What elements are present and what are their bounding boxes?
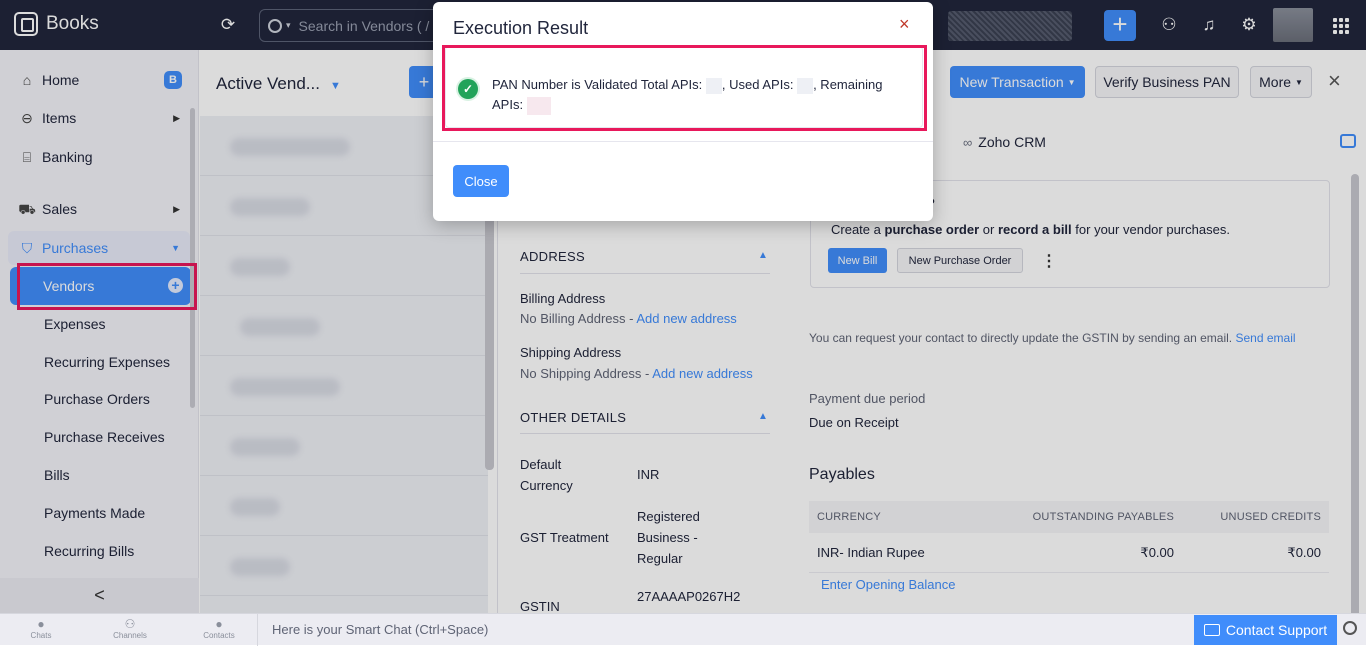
contact-support-label: Contact Support bbox=[1225, 622, 1328, 638]
contacts-label: Contacts bbox=[203, 631, 235, 640]
close-button[interactable]: Close bbox=[453, 165, 509, 197]
contacts-button[interactable]: ● Contacts bbox=[194, 617, 244, 641]
modal-title: Execution Result bbox=[453, 18, 589, 38]
channels-icon: ⚇ bbox=[124, 617, 136, 631]
channels-button[interactable]: ⚇ Channels bbox=[105, 617, 155, 641]
contact-icon: ● bbox=[215, 617, 223, 631]
divider bbox=[433, 141, 933, 142]
close-icon[interactable]: × bbox=[899, 14, 910, 35]
chats-button[interactable]: ● Chats bbox=[16, 617, 66, 641]
result-highlight-box bbox=[442, 45, 927, 131]
search-icon[interactable] bbox=[1343, 621, 1357, 635]
chat-bubble-icon: ● bbox=[37, 617, 45, 631]
contact-support-button[interactable]: Contact Support bbox=[1194, 615, 1337, 645]
envelope-icon bbox=[1203, 624, 1220, 636]
bottom-bar: ● Chats ⚇ Channels ● Contacts Here is your … bbox=[0, 613, 1366, 646]
chats-label: Chats bbox=[30, 631, 52, 640]
channels-label: Channels bbox=[113, 631, 147, 640]
smart-chat-input[interactable]: Here is your Smart Chat (Ctrl+Space) bbox=[257, 614, 1192, 646]
